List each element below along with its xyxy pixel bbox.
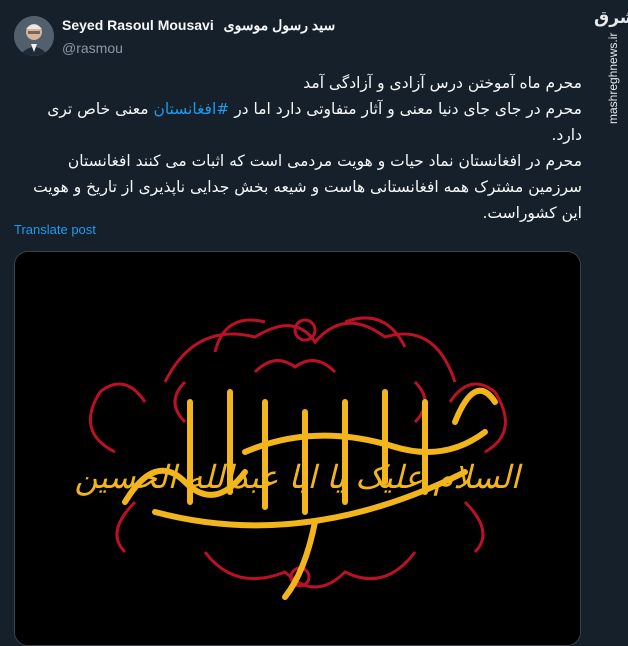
author-name-fa[interactable]: سید رسول موسوی bbox=[224, 17, 336, 33]
tweet-text-segment: محرم در جای جای دنیا معنی و آثار متفاوتی… bbox=[229, 100, 582, 118]
hashtag-link[interactable]: #افغانستان bbox=[153, 100, 229, 118]
author-name-en[interactable]: Seyed Rasoul Mousavi bbox=[62, 17, 214, 33]
author-avatar[interactable] bbox=[14, 16, 54, 56]
tweet-line: محرم در افغانستان نماد حیات و هویت مردمی… bbox=[33, 152, 582, 222]
tweet-text: محرم ماه آموختن درس آزادی و آزادگی آمد م… bbox=[14, 70, 582, 226]
tweet-media-image[interactable]: السلام علیک یا ابا عبدالله الحسین bbox=[14, 251, 581, 646]
translate-post-link[interactable]: Translate post bbox=[14, 222, 96, 237]
watermark-site: mashreghnews.ir bbox=[606, 32, 620, 124]
muharram-calligraphy-image: السلام علیک یا ابا عبدالله الحسین bbox=[15, 252, 580, 645]
author-name-row[interactable]: Seyed Rasoul Mousavi سید رسول موسوی bbox=[62, 17, 335, 34]
person-portrait-icon bbox=[14, 16, 54, 56]
tweet-line: محرم در جای جای دنیا معنی و آثار متفاوتی… bbox=[14, 96, 582, 148]
tweet-card: Seyed Rasoul Mousavi سید رسول موسوی @ras… bbox=[0, 0, 596, 646]
author-handle[interactable]: @rasmou bbox=[62, 40, 123, 56]
tweet-line: محرم ماه آموختن درس آزادی و آزادگی آمد bbox=[303, 74, 582, 92]
calligraphy-text: السلام علیک یا ابا عبدالله الحسین bbox=[75, 458, 523, 496]
watermark-strip: مشرق mashreghnews.ir bbox=[594, 0, 628, 646]
watermark-logo: مشرق bbox=[594, 8, 628, 28]
